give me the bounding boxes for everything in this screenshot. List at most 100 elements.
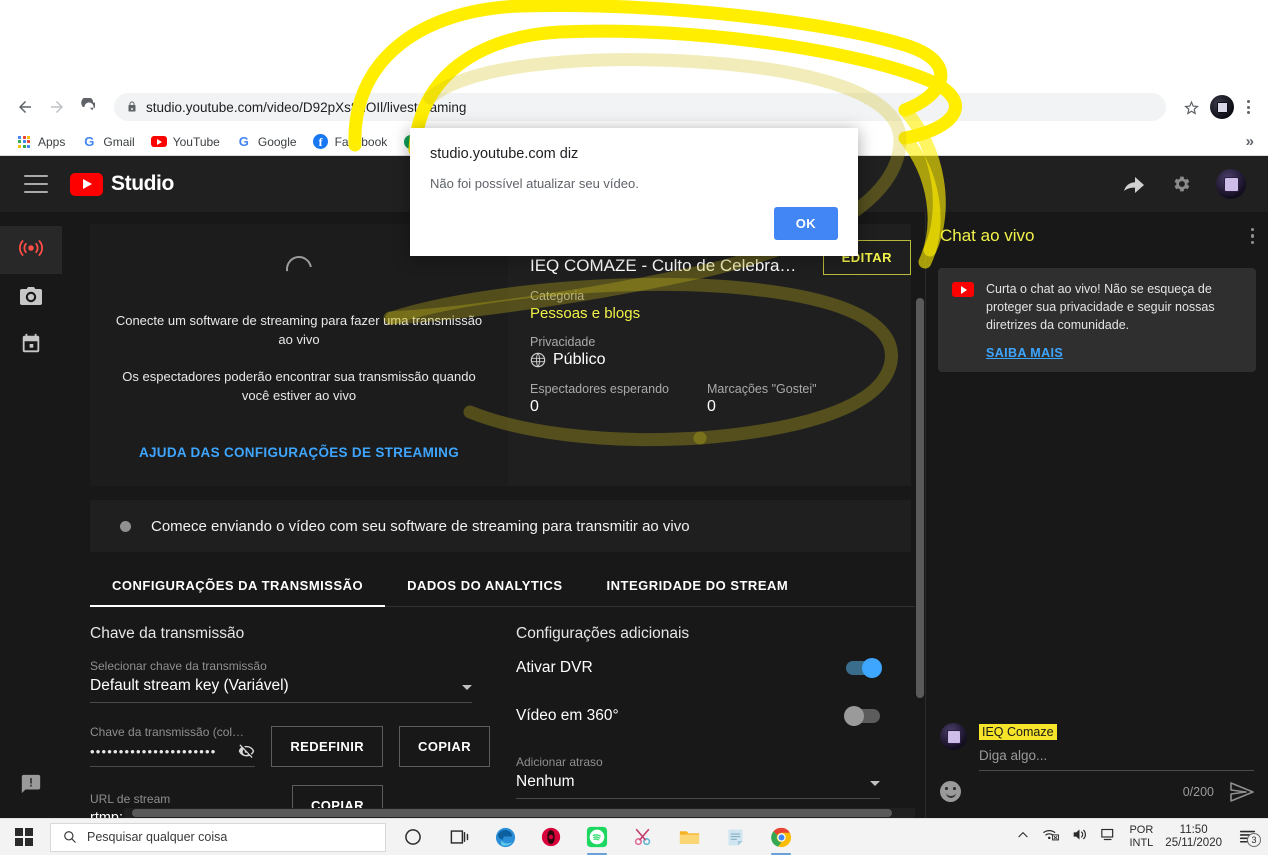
language-indicator[interactable]: POR INTL xyxy=(1129,824,1153,849)
studio-left-rail xyxy=(0,212,62,818)
search-icon xyxy=(63,830,77,844)
language-line-1: POR xyxy=(1129,824,1154,837)
video360-toggle[interactable] xyxy=(844,706,880,727)
delay-label: Adicionar atraso xyxy=(516,755,603,770)
chat-char-counter: 0/200 xyxy=(1182,784,1214,799)
hamburger-menu-icon[interactable] xyxy=(24,175,48,193)
forward-arrow-icon[interactable] xyxy=(42,92,72,122)
bookmark-google[interactable]: G Google xyxy=(228,131,305,153)
bookmark-label: Apps xyxy=(38,134,66,149)
additional-settings-heading: Configurações adicionais xyxy=(516,625,690,643)
youtube-icon xyxy=(150,134,167,150)
studio-header-actions xyxy=(1122,169,1252,199)
sidebar-item-webcam[interactable] xyxy=(0,274,62,322)
stream-key-select-value: Default stream key (Variável) xyxy=(90,677,289,695)
show-hidden-icons-icon[interactable] xyxy=(1016,828,1030,847)
video360-label: Vídeo em 360° xyxy=(516,707,619,725)
studio-logo[interactable]: Studio xyxy=(70,172,174,196)
google-chrome-icon[interactable] xyxy=(758,819,804,855)
task-view-icon[interactable] xyxy=(436,819,482,855)
sticky-notes-icon[interactable] xyxy=(712,819,758,855)
alert-dialog: studio.youtube.com diz Não foi possível … xyxy=(410,128,858,256)
emoji-icon[interactable] xyxy=(940,781,961,802)
share-arrow-icon[interactable] xyxy=(1122,172,1146,196)
sidebar-item-schedule[interactable] xyxy=(0,322,62,370)
network-icon[interactable] xyxy=(1042,827,1060,847)
stream-key-field[interactable]: Chave da transmissão (col… •••••••••••••… xyxy=(90,725,256,768)
bookmark-apps[interactable]: Apps xyxy=(8,131,73,153)
cortana-icon[interactable] xyxy=(390,819,436,855)
stream-key-select-field[interactable]: Selecionar chave da transmissão Default … xyxy=(90,659,490,704)
tab-stream-settings[interactable]: CONFIGURAÇÕES DA TRANSMISSÃO xyxy=(90,564,386,608)
chevron-down-icon xyxy=(462,685,472,691)
delay-select[interactable]: Nenhum xyxy=(516,773,880,800)
tab-analytics[interactable]: DADOS DO ANALYTICS xyxy=(385,564,584,606)
dialog-ok-button[interactable]: OK xyxy=(773,207,838,240)
preview-line-1: Conecte um software de streaming para fa… xyxy=(115,313,483,347)
account-avatar[interactable] xyxy=(1216,169,1246,199)
main-horizontal-scrollbar[interactable] xyxy=(124,808,915,818)
eye-off-icon[interactable] xyxy=(238,743,255,760)
delay-setting[interactable]: Adicionar atraso Nenhum xyxy=(516,755,916,800)
viewers-stat: Espectadores esperando 0 xyxy=(530,382,669,416)
avatar xyxy=(940,723,967,750)
taskbar-search-box[interactable]: Pesquisar qualquer coisa xyxy=(50,822,386,852)
main-vertical-scrollbar[interactable] xyxy=(915,212,925,818)
chat-learn-more-link[interactable]: SAIBA MAIS xyxy=(986,346,1242,360)
studio-logo-text: Studio xyxy=(111,172,174,195)
stream-url-label: URL de stream xyxy=(90,792,171,807)
spotify-icon[interactable] xyxy=(574,819,620,855)
google-icon: G xyxy=(238,134,249,149)
bookmark-youtube[interactable]: YouTube xyxy=(143,131,228,153)
stream-info: Título IEQ COMAZE - Culto de Celebra… Ca… xyxy=(508,224,911,486)
video360-setting: Vídeo em 360° xyxy=(516,706,880,727)
broadcast-icon xyxy=(18,237,44,264)
copy-key-button[interactable]: COPIAR xyxy=(399,726,490,768)
sidebar-item-feedback[interactable] xyxy=(0,773,62,800)
bookmark-facebook[interactable]: f Facebook xyxy=(305,131,396,153)
three-dot-menu-icon[interactable] xyxy=(1238,100,1258,114)
volume-icon[interactable] xyxy=(1071,827,1088,847)
reload-icon[interactable] xyxy=(74,92,104,122)
bookmark-label: YouTube xyxy=(172,134,220,149)
bookmark-label: Facebook xyxy=(334,134,388,149)
microsoft-edge-icon[interactable] xyxy=(482,819,528,855)
chat-author-name: IEQ Comaze xyxy=(979,724,1057,740)
settings-panel: Chave da transmissão Selecionar chave da… xyxy=(90,625,925,818)
gear-icon[interactable] xyxy=(1170,173,1192,195)
sidebar-item-live-streaming[interactable] xyxy=(0,226,62,274)
snipping-tool-icon[interactable] xyxy=(620,819,666,855)
browser-profile-avatar[interactable] xyxy=(1210,95,1234,119)
category-label: Categoria xyxy=(530,289,585,303)
notification-center-icon[interactable]: 3 xyxy=(1234,829,1261,847)
opera-gx-icon[interactable] xyxy=(528,819,574,855)
send-icon[interactable] xyxy=(1230,781,1254,802)
additional-settings-column: Configurações adicionais Ativar DVR Víde… xyxy=(516,625,916,818)
chat-message-input[interactable]: Diga algo... xyxy=(979,748,1254,771)
chat-overflow-icon[interactable] xyxy=(1250,227,1254,245)
bookmark-gmail[interactable]: G Gmail xyxy=(73,131,142,153)
dvr-label: Ativar DVR xyxy=(516,659,593,677)
taskbar-clock[interactable]: 11:50 25/11/2020 xyxy=(1165,824,1222,850)
file-explorer-icon[interactable] xyxy=(666,819,712,855)
bookmarks-overflow-icon[interactable]: » xyxy=(1246,133,1260,150)
dvr-setting: Ativar DVR xyxy=(516,658,882,679)
reset-key-button[interactable]: REDEFINIR xyxy=(271,726,384,768)
dvr-toggle[interactable] xyxy=(846,658,882,679)
tab-stream-health[interactable]: INTEGRIDADE DO STREAM xyxy=(585,564,811,606)
stream-key-value-row: Chave da transmissão (col… •••••••••••••… xyxy=(90,725,490,768)
lock-icon xyxy=(126,101,138,113)
viewers-value: 0 xyxy=(530,398,539,415)
globe-icon xyxy=(530,352,546,368)
display-icon[interactable] xyxy=(1100,827,1117,847)
stream-key-select[interactable]: Default stream key (Variável) xyxy=(90,677,472,704)
studio-body: Conecte um software de streaming para fa… xyxy=(0,212,1268,818)
apps-grid-icon xyxy=(16,134,32,150)
back-arrow-icon[interactable] xyxy=(10,92,40,122)
stream-key-column: Chave da transmissão Selecionar chave da… xyxy=(90,625,490,818)
windows-start-icon[interactable] xyxy=(0,819,48,855)
bookmark-star-icon[interactable] xyxy=(1176,92,1206,122)
privacy-value: Público xyxy=(553,351,606,368)
address-bar[interactable]: studio.youtube.com/video/D92pXs8dOIl/liv… xyxy=(114,93,1166,121)
streaming-help-link[interactable]: AJUDA DAS CONFIGURAÇÕES DE STREAMING xyxy=(139,445,459,460)
